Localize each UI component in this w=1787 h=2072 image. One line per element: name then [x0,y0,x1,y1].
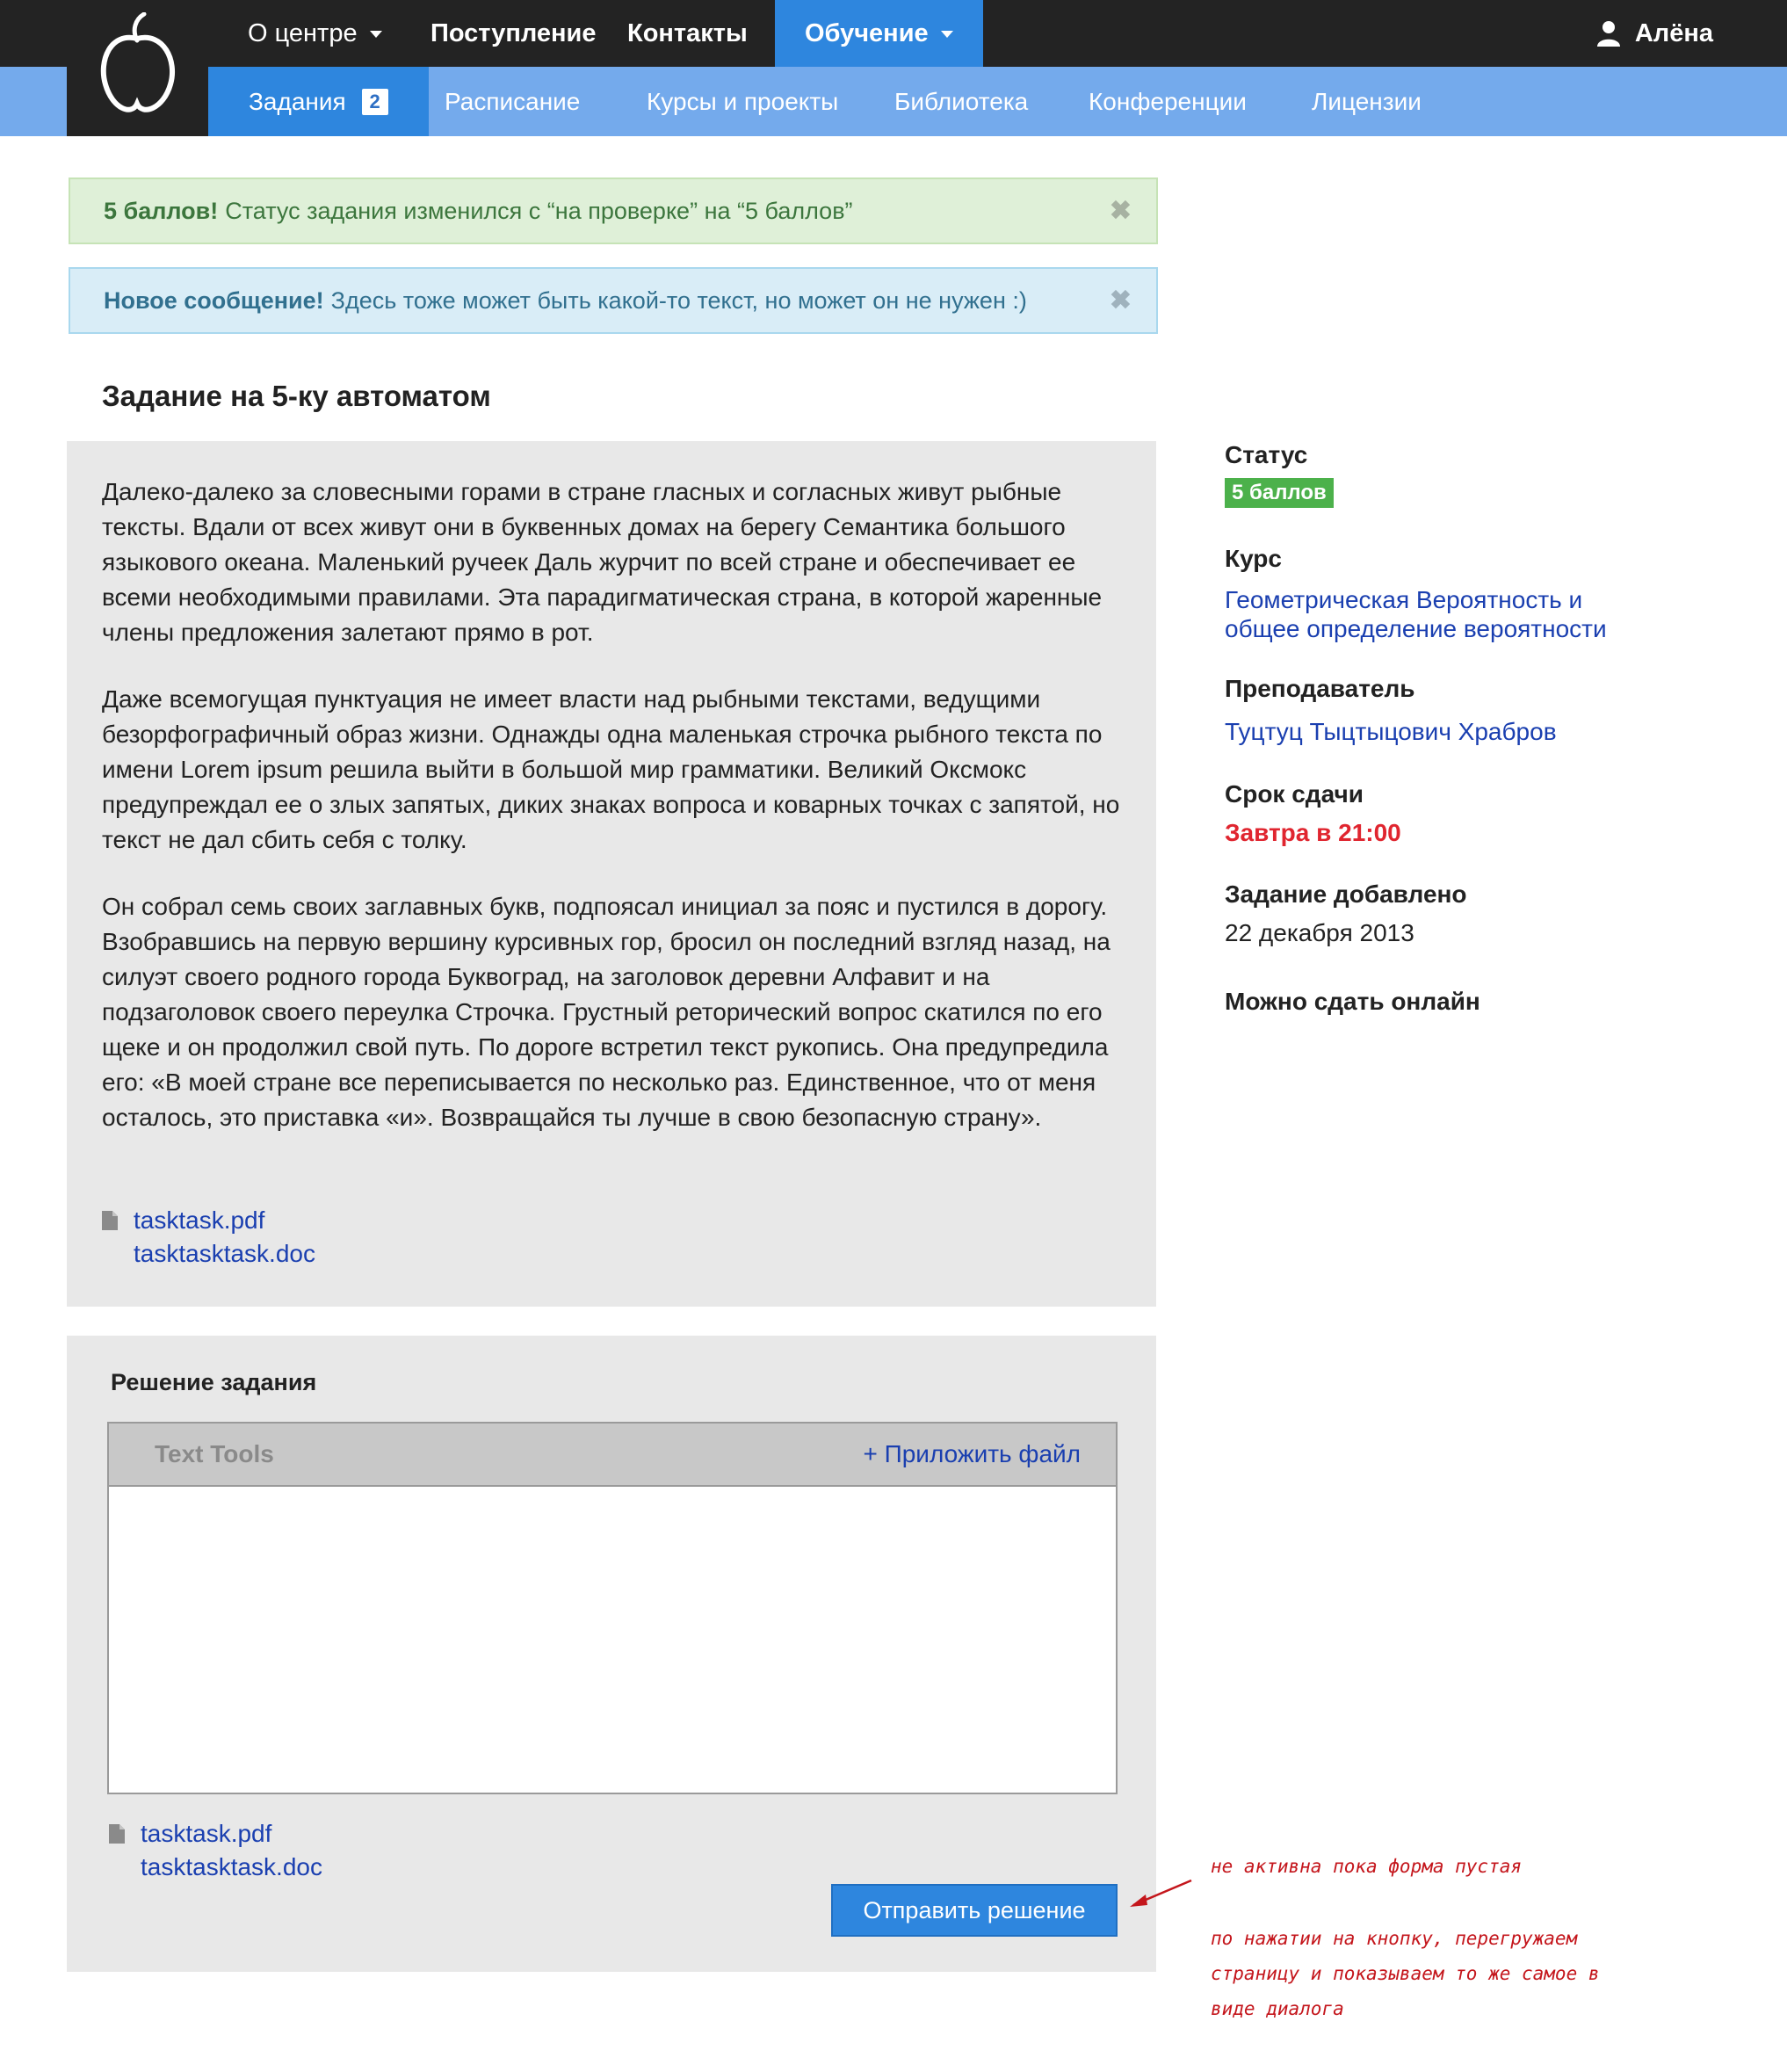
nav-education-label: Обучение [805,18,929,47]
annotation-line: страницу и показываем то же самое в [1211,1963,1600,1984]
alert-info-strong: Новое сообщение! [104,286,324,314]
deadline-value: Завтра в 21:00 [1225,819,1401,846]
text-tools-label: Text Tools [155,1440,274,1467]
teacher-section: Преподаватель Туцтуц Тыцтыцович Храбров [1225,675,1682,746]
task-attachments: tasktask.pdf tasktasktask.doc [102,1204,315,1271]
added-section: Задание добавлено 22 декабря 2013 [1225,880,1682,947]
attachment-item: tasktasktask.doc [102,1237,315,1271]
teacher-link[interactable]: Туцтуц Тыцтыцович Храбров [1225,717,1682,746]
subnav-library-label: Библиотека [894,87,1029,115]
solution-editor: Text Tools + Приложить файл [107,1422,1118,1794]
annotation-line: виде диалога [1211,1998,1344,2019]
nav-admission[interactable]: Поступление [430,0,597,67]
logo[interactable] [67,0,208,136]
teacher-label: Преподаватель [1225,675,1415,702]
nav-education[interactable]: Обучение [775,0,983,67]
online-section: Можно сдать онлайн [1225,988,1682,1016]
attachment-item: tasktask.pdf [102,1204,315,1237]
solution-attachments: tasktask.pdf tasktasktask.doc [109,1817,322,1884]
solution-file-link-pdf[interactable]: tasktask.pdf [141,1817,271,1851]
user-name: Алёна [1634,18,1713,47]
close-icon[interactable]: ✖ [1110,286,1132,316]
deadline-section: Срок сдачи Завтра в 21:00 [1225,780,1682,847]
nav-admission-label: Поступление [430,18,597,47]
annotation-inactive-note: не активна пока форма пустая [1211,1856,1523,1877]
solution-title: Решение задания [111,1369,317,1395]
task-paragraph: Даже всемогущая пунктуация не имеет влас… [102,685,1120,853]
task-paragraph: Далеко-далеко за словесными горами в стр… [102,478,1103,646]
annotation-reload-note: по нажатии на кнопку, перегружаем страни… [1211,1921,1600,2026]
task-paragraph: Он собрал семь своих заглавных букв, под… [102,893,1111,1131]
attachment-item: tasktask.pdf [109,1817,322,1851]
apple-logo-icon [100,12,175,112]
alert-status-changed: 5 баллов! Статус задания изменился с “на… [69,177,1158,244]
status-section: Статус 5 баллов [1225,441,1682,508]
course-link[interactable]: Геометрическая Вероятность и общее опред… [1225,585,1682,643]
course-label: Курс [1225,545,1282,572]
task-file-link-pdf[interactable]: tasktask.pdf [134,1204,264,1237]
subnav-tasks[interactable]: Задания 2 [208,67,429,136]
solution-textarea[interactable] [109,1487,1116,1793]
subnav-conferences[interactable]: Конференции [1089,67,1247,136]
task-description-card: Далеко-далеко за словесными горами в стр… [67,441,1156,1307]
added-date: 22 декабря 2013 [1225,919,1414,946]
subnav-library[interactable]: Библиотека [894,67,1028,136]
alert-success-strong: 5 баллов! [104,197,219,224]
solution-file-link-doc[interactable]: tasktasktask.doc [141,1851,322,1884]
nav-about[interactable]: О центре [248,0,382,67]
subnav-courses-label: Курсы и проекты [647,87,839,115]
subnav-licenses-label: Лицензии [1312,87,1422,115]
close-icon[interactable]: ✖ [1110,196,1132,227]
task-description: Далеко-далеко за словесными горами в стр… [102,475,1130,1167]
submit-solution-button[interactable]: Отправить решение [831,1884,1118,1937]
file-icon [109,1817,141,1851]
nav-about-label: О центре [248,18,358,47]
alert-new-message: Новое сообщение! Здесь тоже может быть к… [69,267,1158,334]
user-menu[interactable]: Алёна [1596,0,1713,67]
annotation-arrow-icon [1130,1879,1192,1907]
subnav-conferences-label: Конференции [1089,87,1247,115]
user-icon [1596,21,1620,47]
course-link-line: общее определение вероятности [1225,615,1607,642]
editor-toolbar: Text Tools + Приложить файл [109,1424,1116,1487]
status-label: Статус [1225,441,1308,468]
task-title: Задание на 5-ку автоматом [102,380,491,412]
nav-contacts-label: Контакты [627,18,748,47]
attach-file-button[interactable]: + Приложить файл [863,1440,1081,1468]
task-file-link-doc[interactable]: tasktasktask.doc [134,1237,315,1271]
file-icon [102,1204,134,1237]
added-label: Задание добавлено [1225,880,1467,908]
caret-down-icon [369,31,382,38]
deadline-label: Срок сдачи [1225,780,1364,808]
subnav-licenses[interactable]: Лицензии [1312,67,1422,136]
status-badge: 5 баллов [1225,478,1334,508]
caret-down-icon [940,31,953,38]
online-submission-label: Можно сдать онлайн [1225,988,1480,1015]
subnav-schedule[interactable]: Расписание [445,67,580,136]
subnav-courses[interactable]: Курсы и проекты [647,67,838,136]
nav-contacts[interactable]: Контакты [627,0,748,67]
annotation-line: по нажатии на кнопку, перегружаем [1211,1928,1578,1949]
alert-info-text: Здесь тоже может быть какой-то текст, но… [330,286,1027,314]
attachment-item: tasktasktask.doc [109,1851,322,1884]
solution-card: Решение задания Text Tools + Приложить ф… [67,1336,1156,1972]
alert-success-text: Статус задания изменился с “на проверке”… [225,197,853,224]
course-link-line: Геометрическая Вероятность и [1225,586,1583,613]
subnav-schedule-label: Расписание [445,87,581,115]
subnav-tasks-label: Задания [249,87,346,115]
course-section: Курс Геометрическая Вероятность и общее … [1225,545,1682,643]
tasks-count-badge: 2 [361,88,388,115]
